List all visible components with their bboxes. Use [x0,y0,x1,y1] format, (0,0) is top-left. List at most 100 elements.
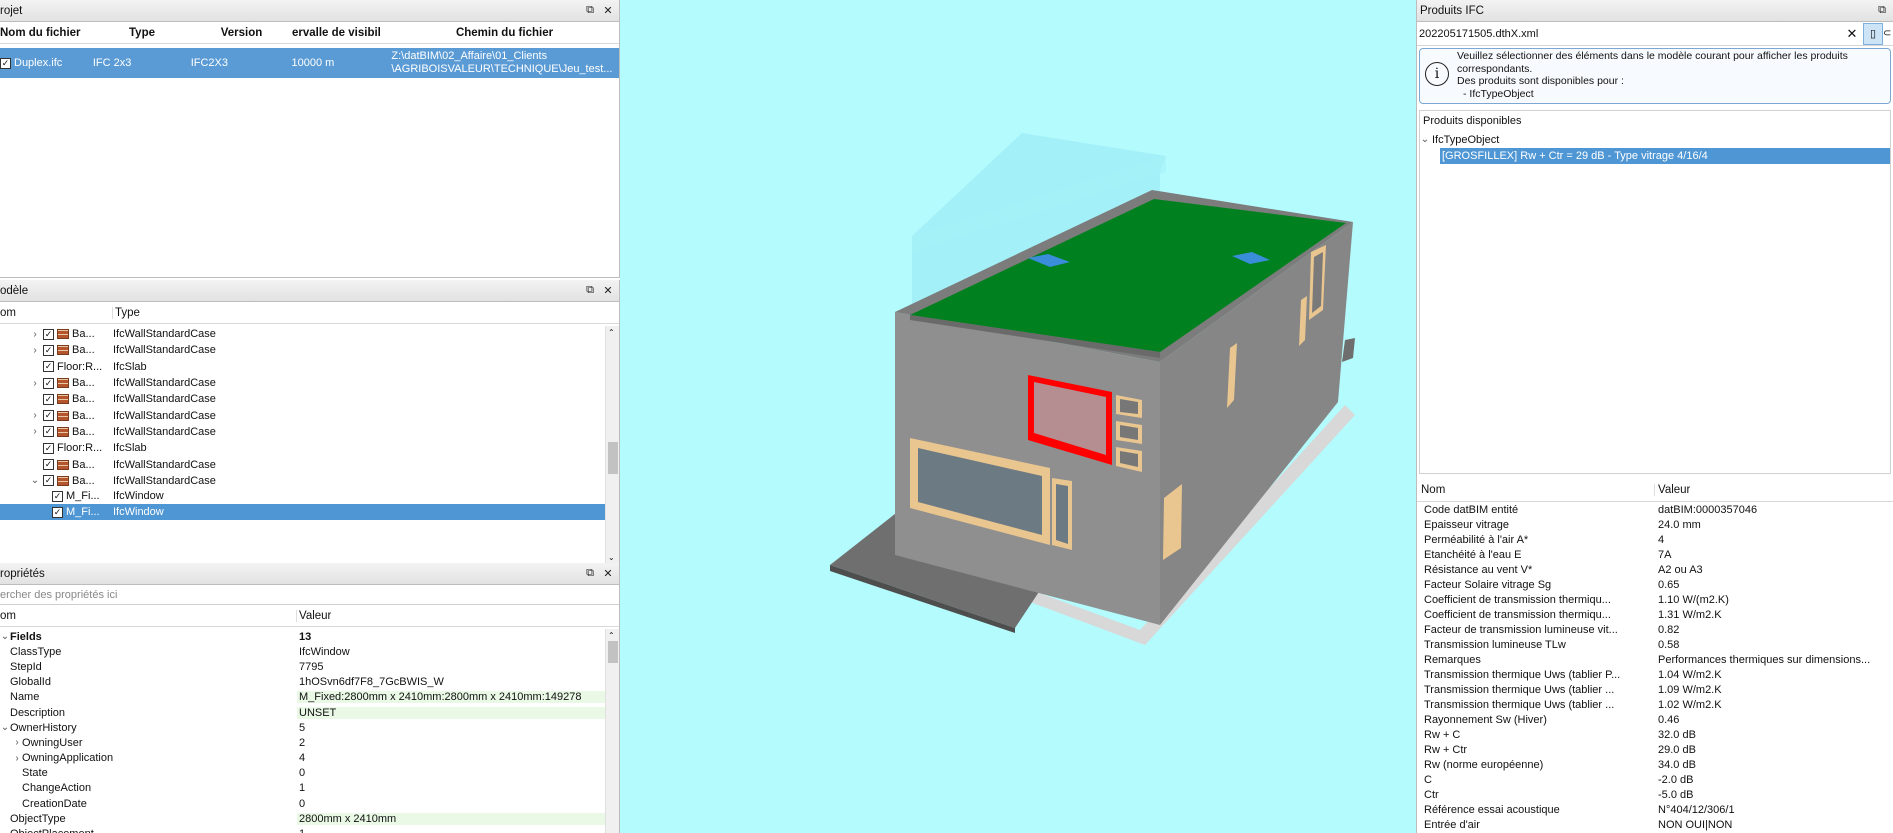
chevron-right-icon[interactable]: › [30,410,40,421]
tree-row[interactable]: ✓ Ba... IfcWallStandardCase [0,456,605,472]
product-property-row[interactable]: Ctr -5.0 dB [1417,787,1893,802]
property-row[interactable]: ⌄ Fields 13 [0,629,605,644]
product-property-row[interactable]: Transmission thermique Uws (tablier P...… [1417,667,1893,682]
tree-checkbox[interactable]: ✓ [52,490,63,502]
property-row[interactable]: State 0 [0,766,605,781]
product-property-row[interactable]: Remarques Performances thermiques sur dim… [1417,652,1893,667]
chevron-right-icon[interactable]: › [30,329,40,340]
scroll-down-icon[interactable]: ⌄ [608,553,615,562]
product-property-row[interactable]: Etanchéité à l'eau E 7A [1417,547,1893,562]
product-property-row[interactable]: Référence essai acoustique N°404/12/306/1 [1417,802,1893,817]
close-icon[interactable]: ✕ [601,284,615,298]
chevron-down-icon[interactable]: ⌄ [0,722,10,733]
product-property-row[interactable]: C -2.0 dB [1417,772,1893,787]
chevron-down-icon[interactable]: ⌄ [30,475,40,486]
col-path[interactable]: Chemin du fichier [392,27,617,39]
property-row[interactable]: ChangeAction 1 [0,781,605,796]
product-property-row[interactable]: Coefficient de transmission thermiqu... 1… [1417,592,1893,607]
tree-checkbox[interactable]: ✓ [43,361,54,373]
properties-search-input[interactable]: ercher des propriétés ici [0,585,619,605]
float-icon[interactable]: ⧉ [1875,4,1889,18]
tree-row[interactable]: › ✓ Ba... IfcWallStandardCase [0,342,605,358]
close-icon[interactable]: ✕ [601,4,615,18]
tree-row[interactable]: ⌄ ✓ Ba... IfcWallStandardCase [0,473,605,489]
product-property-row[interactable]: Rw + C 32.0 dB [1417,727,1893,742]
product-property-row[interactable]: Epaisseur vitrage 24.0 mm [1417,517,1893,532]
3d-viewport[interactable] [620,0,1416,833]
float-icon[interactable]: ⧉ [583,567,597,581]
col-value[interactable]: Valeur [1655,484,1690,496]
property-row[interactable]: Name M_Fixed:2800mm x 2410mm:2800mm x 241… [0,690,605,705]
tree-row[interactable]: ✓ Floor:R... IfcSlab [0,440,605,456]
tree-row[interactable]: › ✓ Ba... IfcWallStandardCase [0,326,605,342]
product-property-row[interactable]: Entrée d'air NON OUI|NON [1417,817,1893,832]
col-name[interactable]: Nom [1417,483,1655,496]
property-row[interactable]: › OwningApplication 4 [0,751,605,766]
property-row[interactable]: Description UNSET [0,705,605,720]
product-property-row[interactable]: Code datBIM entité datBIM:0000357046 [1417,502,1893,517]
tree-checkbox[interactable]: ✓ [43,475,54,487]
product-property-row[interactable]: Rw + Ctr 29.0 dB [1417,742,1893,757]
product-property-row[interactable]: Rw (norme européenne) 34.0 dB [1417,757,1893,772]
col-value[interactable]: Valeur [297,610,331,622]
product-property-row[interactable]: Perméabilité à l'air A* 4 [1417,532,1893,547]
product-property-row[interactable]: Coefficient de transmission thermiqu... 1… [1417,607,1893,622]
product-property-row[interactable]: Facteur de transmission lumineuse vit...… [1417,622,1893,637]
scroll-up-icon[interactable]: ⌃ [608,328,615,337]
tree-row[interactable]: ✓ Floor:R... IfcSlab [0,359,605,375]
tree-checkbox[interactable]: ✓ [43,442,54,454]
close-icon[interactable]: ✕ [601,567,615,581]
file-selector[interactable]: 202205171505.dthX.xml ✕ ▯ ⊂ [1417,22,1893,46]
property-row[interactable]: › OwningUser 2 [0,735,605,750]
product-property-row[interactable]: Résistance au vent V* A2 ou A3 [1417,562,1893,577]
tree-row[interactable]: ✓ M_Fi... IfcWindow [0,489,605,504]
property-row[interactable]: ObjectPlacement 1 [0,826,605,833]
product-property-row[interactable]: Transmission thermique Uws (tablier ... 1… [1417,682,1893,697]
tree-checkbox[interactable]: ✓ [43,459,54,471]
property-row[interactable]: ObjectType 2800mm x 2410mm [0,811,605,826]
property-row[interactable]: ⌄ OwnerHistory 5 [0,720,605,735]
tree-checkbox[interactable]: ✓ [43,344,54,356]
col-file-name[interactable]: Nom du fichier [0,27,93,39]
book-icon[interactable]: ▯ [1863,22,1883,45]
tree-row[interactable]: › ✓ Ba... IfcWallStandardCase [0,375,605,391]
tree-root[interactable]: ⌄ IfcTypeObject [1420,131,1890,148]
chevron-right-icon[interactable]: › [30,378,40,389]
product-property-row[interactable]: Facteur Solaire vitrage Sg 0.65 [1417,577,1893,592]
tree-row[interactable]: › ✓ Ba... IfcWallStandardCase [0,407,605,423]
clear-icon[interactable]: ✕ [1841,26,1863,42]
scroll-thumb[interactable] [608,442,618,474]
col-name[interactable]: om [0,609,297,622]
chevron-right-icon[interactable]: › [30,426,40,437]
chevron-right-icon[interactable]: › [12,737,22,748]
float-icon[interactable]: ⧉ [583,4,597,18]
tree-checkbox[interactable]: ✓ [43,328,54,340]
chevron-down-icon[interactable]: ⌄ [0,631,10,642]
tree-checkbox[interactable]: ✓ [43,377,54,389]
float-icon[interactable]: ⧉ [583,284,597,298]
col-version[interactable]: Version [191,27,292,39]
project-file-row[interactable]: ✓ Duplex.ifc IFC 2x3 IFC2X3 10000 m Z:\d… [0,48,619,78]
building-model[interactable] [620,0,1416,833]
property-row[interactable]: CreationDate 0 [0,796,605,811]
chevron-down-icon[interactable]: ⌄ [1420,134,1430,145]
tree-checkbox[interactable]: ✓ [43,426,54,438]
link-icon[interactable]: ⊂ [1883,28,1893,39]
property-row[interactable]: StepId 7795 [0,659,605,674]
product-property-row[interactable]: Rayonnement Sw (Hiver) 0.46 [1417,712,1893,727]
col-type[interactable]: Type [113,307,140,319]
product-item[interactable]: [GROSFILLEX] Rw + Ctr = 29 dB - Type vit… [1440,148,1890,164]
model-scrollbar[interactable]: ⌃ ⌄ [605,326,619,564]
scroll-thumb[interactable] [608,641,618,663]
tree-row[interactable]: › ✓ Ba... IfcWallStandardCase [0,424,605,440]
col-name[interactable]: om [0,306,113,319]
product-property-row[interactable]: Transmission thermique Uws (tablier ... 1… [1417,697,1893,712]
chevron-right-icon[interactable]: › [30,345,40,356]
properties-scrollbar[interactable]: ⌃ [605,629,619,833]
file-checkbox[interactable]: ✓ [0,57,11,69]
tree-checkbox[interactable]: ✓ [52,506,63,518]
tree-checkbox[interactable]: ✓ [43,410,54,422]
col-visibility[interactable]: ervalle de visibil [292,27,392,39]
property-row[interactable]: GlobalId 1hOSvn6df7F8_7GcBWIS_W [0,675,605,690]
product-property-row[interactable]: Transmission lumineuse TLw 0.58 [1417,637,1893,652]
